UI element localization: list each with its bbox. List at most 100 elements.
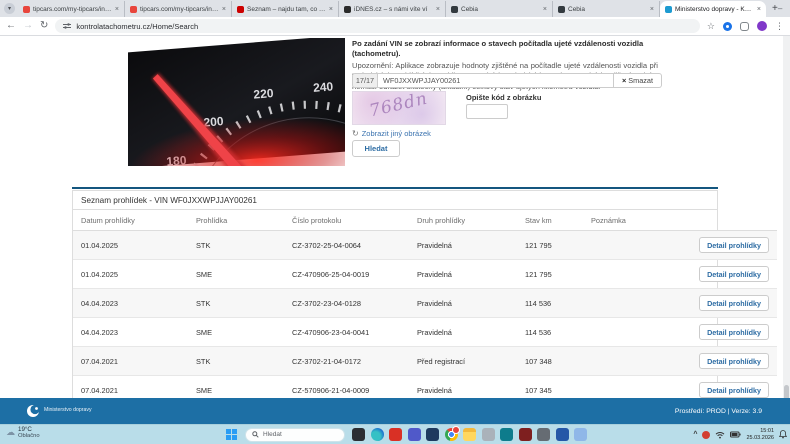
tab-favicon-icon	[558, 6, 565, 13]
tab-close-icon[interactable]: ×	[650, 6, 654, 13]
taskbar-weather-widget[interactable]: ☁ 19°C Oblačno	[6, 426, 40, 440]
cell-kind: Pravidelná	[409, 260, 517, 289]
start-button[interactable]	[226, 429, 238, 441]
wifi-icon[interactable]	[715, 431, 725, 439]
tab-close-icon[interactable]: ×	[543, 6, 547, 13]
address-bar[interactable]: kontrolatachometru.cz/Home/Search	[55, 19, 700, 33]
refresh-captcha-link[interactable]: ↻ Zobrazit jiný obrázek	[352, 129, 431, 138]
inspections-table: Datum prohlídkyProhlídkaČíslo protokoluD…	[73, 210, 777, 398]
ministry-brand-label: Ministerstvo dopravy	[44, 408, 92, 414]
refresh-link-label: Zobrazit jiný obrázek	[362, 129, 431, 138]
cell-kind: Pravidelná	[409, 318, 517, 347]
clear-vin-button[interactable]: × Smazat	[614, 73, 662, 88]
cell-km: 121 795	[517, 260, 583, 289]
detail-button[interactable]: Detail prohlídky	[699, 237, 769, 253]
url-text: kontrolatachometru.cz/Home/Search	[76, 22, 198, 31]
search-button[interactable]: Hledat	[352, 140, 400, 157]
inspection-row: 07.04.2021 STK CZ-3702-21-04-0172 Před r…	[73, 347, 777, 376]
tab-favicon-icon	[344, 6, 351, 13]
taskbar-icon-app-teal[interactable]	[500, 428, 513, 441]
taskbar-icon-chrome[interactable]	[445, 428, 458, 441]
detail-button[interactable]: Detail prohlídky	[699, 324, 769, 340]
tab-favicon-icon	[23, 6, 30, 13]
taskbar-icon-app-blue[interactable]	[556, 428, 569, 441]
reload-icon[interactable]: ↻	[40, 21, 48, 31]
forward-icon[interactable]: →	[23, 21, 33, 31]
tab-close-icon[interactable]: ×	[115, 6, 119, 13]
battery-icon[interactable]	[730, 431, 741, 438]
clear-label: Smazat	[628, 76, 653, 85]
browser-tab[interactable]: iDNES.cz – s námi víte ví ×	[339, 1, 446, 17]
taskbar-search[interactable]: Hledat	[245, 428, 345, 442]
cell-date: 07.04.2021	[73, 347, 188, 376]
tab-title: tipcars.com/my-tipcars/inzer	[33, 6, 112, 13]
profile-avatar[interactable]	[757, 21, 767, 31]
column-header: Stav km	[517, 210, 583, 231]
detail-button[interactable]: Detail prohlídky	[699, 295, 769, 311]
taskbar-icon-edge[interactable]	[371, 428, 384, 441]
vin-input-group: 17/17 WF0JXXWPJJAY00261 × Smazat	[352, 73, 662, 88]
cell-kind: Pravidelná	[409, 289, 517, 318]
captcha-label: Opište kód z obrázku	[466, 93, 541, 102]
taskbar-icon-app-navy[interactable]	[426, 428, 439, 441]
tab-favicon-icon	[130, 6, 137, 13]
back-icon[interactable]: ←	[6, 21, 16, 31]
scrollbar-track[interactable]	[783, 36, 790, 398]
taskbar-icon-app-maroon[interactable]	[519, 428, 532, 441]
taskbar-icon-app-gray[interactable]	[482, 428, 495, 441]
extension-icon[interactable]	[723, 22, 732, 31]
browser-tab[interactable]: tipcars.com/my-tipcars/inzer ×	[125, 1, 232, 17]
browser-tab[interactable]: Cebia ×	[446, 1, 553, 17]
browser-menu-icon[interactable]: ⋮	[775, 21, 784, 32]
tab-close-icon[interactable]: ×	[436, 6, 440, 13]
cell-kind: Pravidelná	[409, 231, 517, 260]
vin-input[interactable]: WF0JXXWPJJAY00261	[378, 73, 614, 88]
inspection-row: 01.04.2025 SME CZ-470906-25-04-0019 Prav…	[73, 260, 777, 289]
bookmark-star-icon[interactable]: ☆	[707, 21, 715, 32]
tray-chevron-up-icon[interactable]: ^	[693, 431, 697, 438]
tab-close-icon[interactable]: ×	[757, 6, 761, 13]
column-header: Datum prohlídky	[73, 210, 188, 231]
gauge-number: 220	[253, 86, 274, 102]
taskbar-icon-file-explorer[interactable]	[463, 428, 476, 441]
cell-note	[583, 376, 671, 399]
cell-date: 07.04.2021	[73, 376, 188, 399]
panel-title: Seznam prohlídek - VIN WF0JXXWPJJAY00261	[73, 191, 717, 210]
search-icon	[252, 431, 259, 438]
scrollbar-thumb[interactable]	[784, 385, 789, 398]
section-divider	[72, 187, 718, 189]
pinned-apps	[352, 428, 587, 441]
taskbar-icon-app-slate[interactable]	[537, 428, 550, 441]
taskbar-icon-app-black[interactable]	[352, 428, 365, 441]
taskbar-icon-window-switcher[interactable]	[574, 428, 587, 441]
minimize-button[interactable]: –	[778, 0, 782, 17]
browser-tab[interactable]: Ministerstvo dopravy - Kontro ×	[660, 1, 766, 17]
taskbar-clock[interactable]: 15:01 25.03.2026	[746, 428, 774, 441]
tab-close-icon[interactable]: ×	[329, 6, 333, 13]
browser-tab[interactable]: Cebia ×	[553, 1, 660, 17]
tab-title: Seznam – najdu tam, co nezn	[247, 6, 326, 13]
notification-bell-icon[interactable]	[779, 430, 787, 439]
browser-tab[interactable]: Seznam – najdu tam, co nezn ×	[232, 1, 339, 17]
browser-tab[interactable]: tipcars.com/my-tipcars/inzer ×	[18, 1, 125, 17]
extensions-menu-icon[interactable]	[740, 22, 749, 31]
detail-button[interactable]: Detail prohlídky	[699, 266, 769, 282]
cell-type: SME	[188, 318, 284, 347]
taskbar-icon-app-red[interactable]	[389, 428, 402, 441]
cell-protocol: CZ-570906-21-04-0009	[284, 376, 409, 399]
detail-button[interactable]: Detail prohlídky	[699, 382, 769, 398]
captcha-image: 768dn	[352, 91, 446, 125]
cell-protocol: CZ-470906-25-04-0019	[284, 260, 409, 289]
weather-temp: 19°C	[18, 426, 40, 433]
taskbar-icon-teams[interactable]	[408, 428, 421, 441]
captcha-input[interactable]	[466, 104, 508, 119]
tab-close-icon[interactable]: ×	[222, 6, 226, 13]
toolbar-right: ☆ ⋮	[707, 21, 784, 32]
tabs-container: tipcars.com/my-tipcars/inzer × tipcars.c…	[18, 0, 766, 17]
tray-app-icon[interactable]	[702, 431, 710, 439]
site-info-icon[interactable]	[63, 22, 71, 30]
tab-search-button[interactable]: ▾	[4, 3, 15, 14]
column-header: Číslo protokolu	[284, 210, 409, 231]
detail-button[interactable]: Detail prohlídky	[699, 353, 769, 369]
inspection-row: 01.04.2025 STK CZ-3702-25-04-0064 Pravid…	[73, 231, 777, 260]
